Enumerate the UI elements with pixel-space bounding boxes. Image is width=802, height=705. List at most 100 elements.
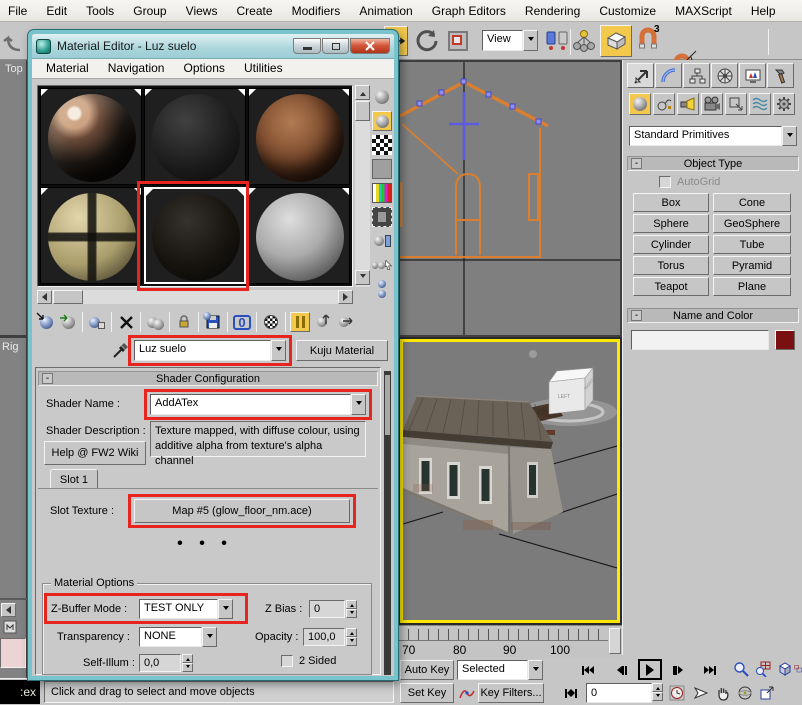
house-spline-wireframe[interactable] (400, 82, 548, 258)
arc-rotate-button[interactable] (736, 683, 754, 703)
tab-motion[interactable] (711, 63, 738, 88)
schematic-view-icon[interactable] (572, 28, 596, 54)
self-illum-spinner[interactable] (182, 654, 193, 672)
help-fw2-wiki-button[interactable]: Help @ FW2 Wiki (44, 441, 146, 465)
set-key-button[interactable]: Set Key (400, 683, 454, 703)
pan-view-button[interactable] (714, 683, 732, 703)
category-geometry[interactable] (629, 93, 651, 115)
collapse-icon[interactable]: - (631, 310, 642, 321)
autogrid-checkbox[interactable] (659, 176, 671, 188)
go-to-start-button[interactable] (574, 661, 602, 679)
material-map-navigator-button[interactable] (372, 279, 392, 299)
show-map-in-viewport-button[interactable] (261, 312, 281, 332)
material-id-channel-button[interactable]: 0 (232, 312, 252, 332)
collapse-icon[interactable]: - (42, 373, 53, 384)
material-name-value[interactable]: Luz suelo (134, 340, 271, 361)
scroll-down-button[interactable] (355, 270, 370, 285)
reference-coordinate-dropdown[interactable]: View (482, 30, 538, 51)
opacity-field[interactable]: 100,0 (303, 628, 345, 646)
auto-key-button[interactable]: Auto Key (400, 660, 454, 680)
time-configuration-button[interactable] (668, 683, 686, 703)
min-max-toggle-button[interactable] (758, 683, 776, 703)
scrollbar-thumb[interactable] (53, 290, 83, 304)
sample-vertical-scrollbar[interactable] (355, 85, 370, 287)
primitive-button-cone[interactable]: Cone (713, 193, 791, 212)
me-menu-utilities[interactable]: Utilities (236, 59, 291, 77)
make-material-copy-button[interactable] (145, 312, 165, 332)
minimize-button[interactable] (293, 38, 321, 54)
maxscript-icon[interactable] (3, 620, 17, 634)
left-viewports-sliver[interactable]: Top Rig (0, 60, 28, 678)
dropdown-arrow-icon[interactable] (271, 340, 286, 361)
video-color-check-button[interactable] (372, 183, 392, 203)
dropdown-arrow-icon[interactable] (218, 599, 233, 619)
menu-animation[interactable]: Animation (351, 0, 420, 22)
category-systems[interactable] (773, 93, 795, 115)
trackbar-end-cap[interactable] (609, 628, 621, 654)
transparency-value[interactable]: NONE (139, 627, 202, 647)
field-of-view-button[interactable] (692, 683, 710, 703)
primitive-button-teapot[interactable]: Teapot (633, 277, 709, 296)
go-to-parent-button[interactable] (312, 312, 332, 332)
category-shapes[interactable] (653, 93, 675, 115)
snaps-toggle-button[interactable] (600, 25, 632, 57)
track-bar[interactable]: 70 80 90 100 (398, 625, 622, 658)
dropdown-arrow-icon[interactable] (202, 627, 217, 647)
key-mode-toggle[interactable] (560, 684, 582, 702)
assign-material-to-selection-button[interactable] (87, 312, 107, 332)
sample-slot-3[interactable] (248, 88, 350, 185)
front-viewport-canvas[interactable] (400, 62, 620, 335)
primitive-button-cylinder[interactable]: Cylinder (633, 235, 709, 254)
set-key-curve-icon[interactable] (458, 683, 476, 703)
material-type-button[interactable]: Kuju Material (296, 340, 388, 361)
zoom-extents-button[interactable] (776, 660, 794, 678)
menu-views[interactable]: Views (178, 0, 226, 22)
sample-type-button[interactable] (372, 87, 392, 107)
background-button[interactable] (372, 135, 392, 155)
primitive-button-pyramid[interactable]: Pyramid (713, 256, 791, 275)
make-unique-button[interactable] (174, 312, 194, 332)
zbuffer-mode-value[interactable]: TEST ONLY (139, 599, 218, 619)
scroll-up-button[interactable] (355, 85, 370, 100)
dropdown-arrow-icon[interactable] (351, 394, 366, 415)
go-to-end-button[interactable] (696, 661, 724, 679)
params-scrollbar[interactable] (384, 371, 391, 675)
me-menu-material[interactable]: Material (38, 59, 97, 77)
opacity-spinner[interactable] (346, 628, 357, 646)
put-to-library-button[interactable] (203, 312, 223, 332)
tab-modify[interactable] (655, 63, 682, 88)
make-preview-button[interactable] (372, 207, 392, 227)
primitive-button-tube[interactable]: Tube (713, 235, 791, 254)
primitive-button-sphere[interactable]: Sphere (633, 214, 709, 233)
tab-display[interactable] (739, 63, 766, 88)
select-scale-icon[interactable] (448, 31, 468, 51)
menu-group[interactable]: Group (125, 0, 174, 22)
reset-map-button[interactable] (116, 312, 136, 332)
shader-name-value[interactable]: AddATex (150, 394, 351, 415)
category-space-warps[interactable] (749, 93, 771, 115)
transform-gizmo-cross[interactable] (449, 92, 479, 160)
primitive-button-torus[interactable]: Torus (633, 256, 709, 275)
frame-spinner[interactable] (652, 683, 663, 701)
me-menu-navigation[interactable]: Navigation (100, 59, 173, 77)
sample-slot-2[interactable] (144, 88, 246, 185)
snap-toggle-3d-icon[interactable]: 3 (638, 27, 662, 53)
shader-name-dropdown[interactable]: AddATex (150, 394, 366, 415)
object-name-input[interactable] (631, 330, 769, 350)
zbias-field[interactable]: 0 (309, 600, 345, 618)
scroll-left-button[interactable] (37, 290, 52, 304)
slot-texture-button[interactable]: Map #5 (glow_floor_nm.ace) (134, 499, 350, 523)
sample-slot-4[interactable] (40, 187, 142, 284)
menu-rendering[interactable]: Rendering (517, 0, 588, 22)
shader-configuration-rollout-header[interactable]: - Shader Configuration (38, 371, 378, 386)
tab-utilities[interactable] (767, 63, 794, 88)
collapse-icon[interactable]: - (631, 158, 642, 169)
zbias-spinner[interactable] (346, 600, 357, 618)
previous-frame-button[interactable] (610, 661, 634, 679)
undo-icon[interactable] (2, 28, 26, 54)
scroll-left-button[interactable] (1, 603, 16, 617)
viewport-front[interactable] (398, 60, 622, 337)
menu-customize[interactable]: Customize (591, 0, 664, 22)
dropdown-arrow-icon[interactable] (523, 30, 538, 51)
viewport-divider[interactable] (0, 335, 28, 338)
